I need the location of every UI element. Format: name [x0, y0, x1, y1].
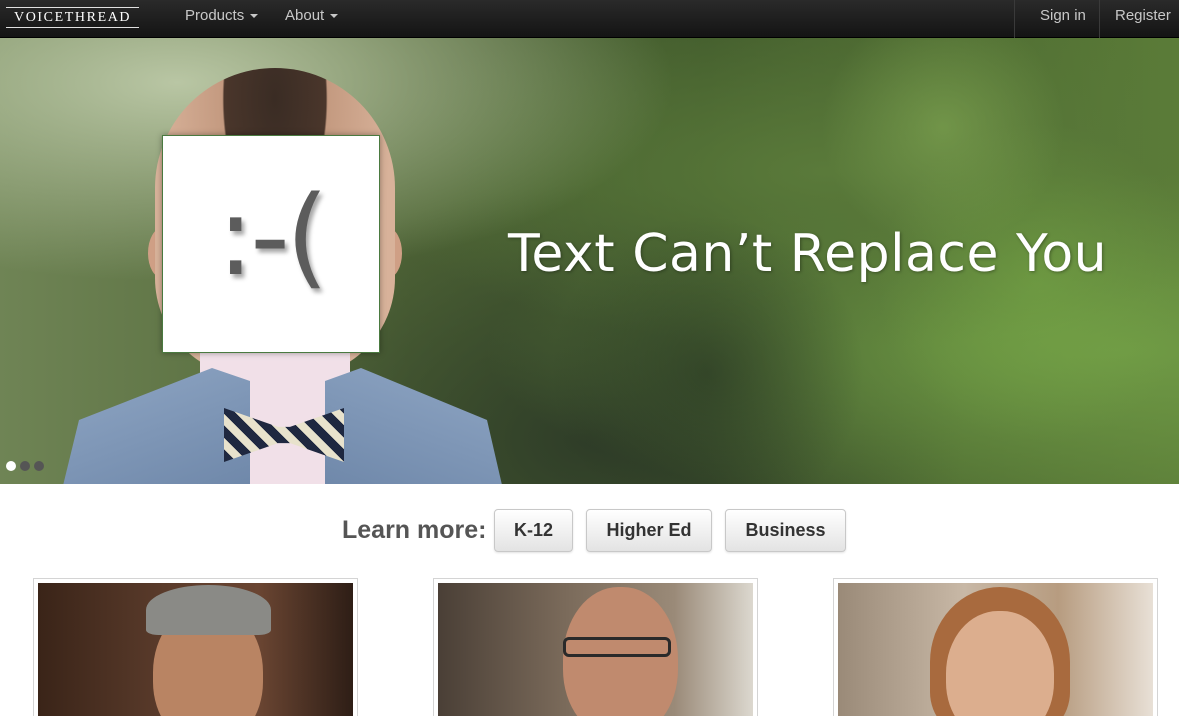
about-menu[interactable]: About [285, 0, 339, 38]
carousel-dot-1[interactable] [6, 461, 16, 471]
hair [146, 585, 271, 635]
hero-headline: Text Can’t Replace You [508, 224, 1108, 284]
nav-divider [1014, 0, 1015, 38]
about-menu-label: About [285, 7, 325, 24]
register-link[interactable]: Register [1115, 0, 1171, 38]
testimonial-photo [838, 583, 1153, 716]
products-menu-label: Products [185, 7, 245, 24]
glasses-icon [563, 637, 671, 657]
k12-button[interactable]: K-12 [494, 509, 573, 552]
carousel-dot-3[interactable] [34, 461, 44, 471]
person-jacket-right [325, 368, 505, 484]
learn-more-label: Learn more: [342, 516, 487, 544]
chevron-down-icon [250, 14, 259, 19]
top-navbar: VOICETHREAD Products About Sign in Regis… [0, 0, 1179, 38]
nav-divider [1099, 0, 1100, 38]
carousel-dot-2[interactable] [20, 461, 30, 471]
testimonial-card-1[interactable] [33, 578, 358, 716]
hero-carousel[interactable]: :-( Text Can’t Replace You [0, 38, 1179, 484]
emoticon-card: :-( [162, 135, 380, 353]
testimonial-card-2[interactable] [433, 578, 758, 716]
chevron-down-icon [330, 14, 339, 19]
person-jacket-left [60, 368, 250, 484]
testimonial-card-3[interactable] [833, 578, 1158, 716]
higher-ed-button[interactable]: Higher Ed [586, 509, 712, 552]
sad-emoticon: :-( [217, 172, 329, 300]
business-button[interactable]: Business [725, 509, 846, 552]
testimonial-photo [38, 583, 353, 716]
sign-in-link[interactable]: Sign in [1040, 0, 1086, 38]
carousel-indicators [6, 458, 48, 471]
products-menu[interactable]: Products [185, 0, 259, 38]
testimonial-photo [438, 583, 753, 716]
brand-logo[interactable]: VOICETHREAD [6, 7, 140, 28]
